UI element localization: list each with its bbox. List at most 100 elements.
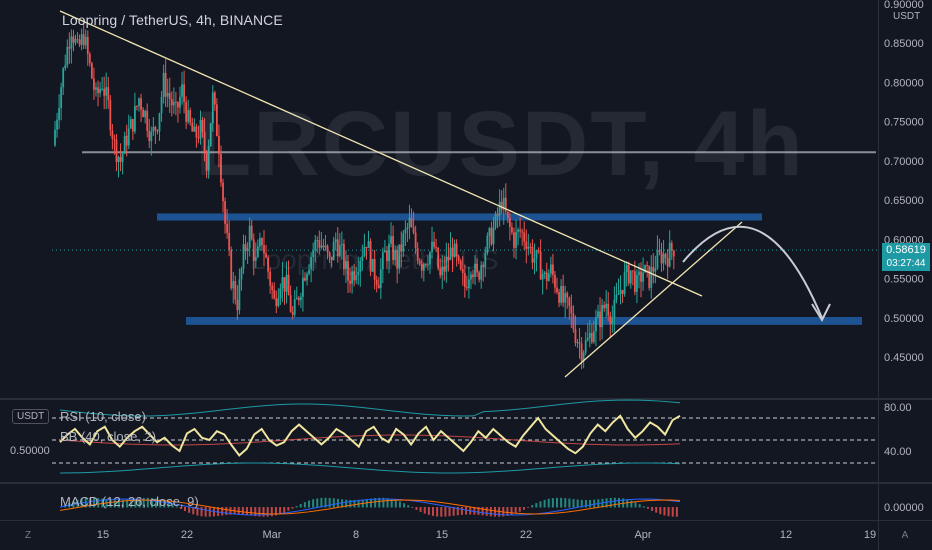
macd-bar	[655, 507, 658, 513]
candle-body	[64, 65, 67, 69]
candle-body	[533, 258, 536, 263]
ascending-trendline	[564, 221, 743, 378]
candle-body	[629, 270, 632, 284]
candle-body	[285, 274, 288, 292]
price-tick-label: 0.80000	[884, 77, 924, 89]
chart-title[interactable]: Loopring / TetherUS, 4h, BINANCE	[62, 12, 283, 28]
macd-bar	[543, 499, 546, 508]
macd-bar	[427, 507, 430, 515]
macd-bar	[246, 507, 248, 516]
candle-body	[390, 236, 392, 244]
panel-divider-1	[0, 398, 932, 400]
macd-bar	[283, 507, 286, 513]
candle-body	[500, 201, 503, 210]
candle-body	[179, 96, 181, 108]
time-axis-border	[0, 520, 932, 521]
candle-body	[174, 101, 177, 103]
candle-body	[549, 264, 552, 274]
macd-bar	[485, 507, 488, 516]
macd-bar	[237, 507, 240, 515]
macd-bar	[394, 500, 397, 508]
candle-body	[654, 268, 657, 272]
candle-body	[138, 98, 140, 107]
macd-bar	[312, 499, 315, 508]
macd-bar	[465, 507, 468, 515]
candle-body	[609, 315, 612, 324]
macd-bar	[448, 507, 451, 517]
macd-bar	[423, 507, 426, 514]
candle-body	[302, 277, 304, 297]
macd-bar	[663, 507, 666, 516]
candle-body	[584, 340, 587, 353]
macd-bar	[589, 499, 592, 508]
candle-body	[490, 228, 493, 245]
candle-body	[113, 138, 116, 140]
candle-body	[119, 157, 122, 162]
candle-body	[543, 272, 546, 275]
candle-body	[80, 34, 83, 45]
candle-body	[287, 274, 290, 296]
current-price-tag: 0.58619	[882, 243, 930, 257]
macd-bar	[510, 507, 513, 515]
candle-body	[293, 299, 296, 315]
candle-body	[297, 297, 300, 301]
macd-bar	[415, 507, 418, 510]
candle-body	[156, 130, 159, 132]
candle-body	[570, 305, 573, 314]
candle-body	[613, 299, 616, 319]
candle-body	[556, 287, 558, 293]
price-tick-label: 0.75000	[884, 117, 924, 129]
candle-body	[525, 241, 528, 249]
macd-bar	[460, 507, 463, 515]
macd-bar	[316, 498, 319, 508]
price-tick-label: 0.70000	[884, 156, 924, 168]
candle-body	[519, 229, 522, 232]
time-tick-label: 15	[436, 529, 448, 541]
candle-body	[228, 232, 231, 250]
candle-body	[646, 265, 649, 267]
candle-body	[152, 127, 155, 132]
macd-bar	[332, 498, 335, 508]
candle-body	[82, 34, 85, 46]
macd-bar	[646, 507, 649, 509]
candle-body	[164, 72, 167, 97]
candle-body	[636, 275, 638, 292]
timezone-button: Z	[25, 530, 31, 541]
macd-legend[interactable]: MACD (12, 26, close, 9)	[60, 494, 199, 509]
candle-body	[541, 274, 544, 280]
candle-body	[625, 265, 628, 273]
candle-body	[513, 232, 515, 248]
macd-bar	[576, 499, 579, 508]
candle-body	[527, 246, 530, 249]
macd-bar	[514, 507, 517, 514]
rsi-legend[interactable]: RSI (10, close)	[60, 409, 146, 424]
macd-bar	[560, 497, 563, 508]
candle-body	[468, 279, 470, 289]
macd-bar	[671, 507, 674, 517]
candle-body	[465, 287, 468, 289]
macd-bar	[518, 507, 521, 512]
candle-body	[238, 279, 241, 311]
macd-bar	[444, 507, 447, 517]
candle-body	[412, 227, 415, 233]
candle-body	[246, 248, 249, 252]
candle-body	[76, 39, 79, 41]
candle-body	[668, 242, 671, 267]
macd-bar	[551, 498, 554, 508]
candle-body	[560, 286, 563, 303]
price-tick-label: 0.55000	[884, 274, 924, 286]
candle-body	[545, 272, 548, 281]
bb-legend[interactable]: BB (40, close, 2)	[60, 429, 156, 444]
candle-body	[66, 47, 69, 66]
candle-body	[406, 227, 409, 230]
candle-body	[377, 284, 380, 289]
candle-body	[172, 101, 175, 106]
macd-bar	[547, 498, 550, 508]
candle-body	[498, 201, 501, 216]
candle-body	[150, 131, 153, 142]
macd-bar	[659, 507, 662, 515]
candle-body	[568, 297, 571, 306]
indicator-currency-badge[interactable]: USDT	[12, 409, 50, 424]
macd-bar	[613, 497, 616, 508]
macd-bar	[250, 507, 253, 516]
